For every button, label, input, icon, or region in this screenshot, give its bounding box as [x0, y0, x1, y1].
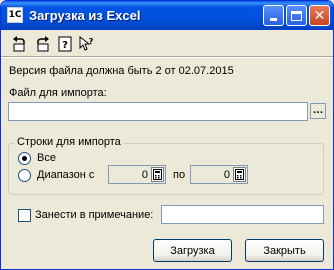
range-to-field[interactable]: 0 [190, 165, 248, 184]
help-button[interactable]: ? [56, 35, 74, 53]
range-from-field[interactable]: 0 [108, 165, 166, 184]
file-import-label: Файл для импорта: [9, 87, 107, 99]
close-window-button[interactable]: ✕ [309, 5, 330, 26]
range-to-picker-button[interactable] [233, 167, 246, 182]
browse-file-button[interactable]: ... [310, 103, 326, 119]
close-button[interactable]: Закрыть [245, 239, 324, 262]
toolbar-divider [1, 56, 333, 58]
note-checkbox[interactable] [18, 209, 31, 222]
range-from-value: 0 [141, 168, 148, 181]
radio-range-rows[interactable] [18, 169, 31, 182]
calculator-icon [235, 169, 244, 180]
note-label: Занести в примечание: [35, 209, 154, 221]
rows-group-title: Строки для импорта [15, 136, 123, 148]
undo-button[interactable] [11, 35, 29, 53]
svg-text:?: ? [89, 37, 94, 46]
window-title: Загрузка из Excel [29, 8, 141, 23]
dialog-window: 1C Загрузка из Excel ✕ ? ? Версия файла … [0, 0, 334, 270]
title-bar[interactable]: 1C Загрузка из Excel ✕ [1, 1, 333, 30]
toolbar: ? ? [5, 33, 331, 55]
redo-icon [37, 36, 49, 52]
close-icon: ✕ [313, 7, 326, 24]
info-text: Версия файла должна быть 2 от 02.07.2015 [9, 65, 234, 77]
context-help-button[interactable]: ? [78, 35, 96, 53]
range-to-value: 0 [223, 168, 230, 181]
svg-text:?: ? [62, 40, 68, 51]
maximize-icon [291, 10, 302, 21]
radio-range-rows-label: Диапазон с [37, 169, 95, 181]
note-input[interactable] [161, 205, 324, 224]
help-icon: ? [58, 36, 72, 52]
maximize-button[interactable] [286, 5, 307, 26]
context-help-icon: ? [79, 36, 94, 51]
range-to-label: по [173, 169, 186, 181]
app-icon: 1C [7, 7, 23, 23]
undo-icon [13, 36, 25, 52]
range-from-picker-button[interactable] [151, 167, 164, 182]
minimize-button[interactable] [263, 5, 284, 26]
calculator-icon [153, 169, 162, 180]
radio-all-rows[interactable] [18, 152, 31, 165]
load-button[interactable]: Загрузка [153, 239, 232, 262]
minimize-icon [270, 18, 277, 21]
redo-button[interactable] [33, 35, 51, 53]
file-path-input[interactable] [8, 102, 308, 121]
radio-all-rows-label: Все [37, 152, 56, 164]
